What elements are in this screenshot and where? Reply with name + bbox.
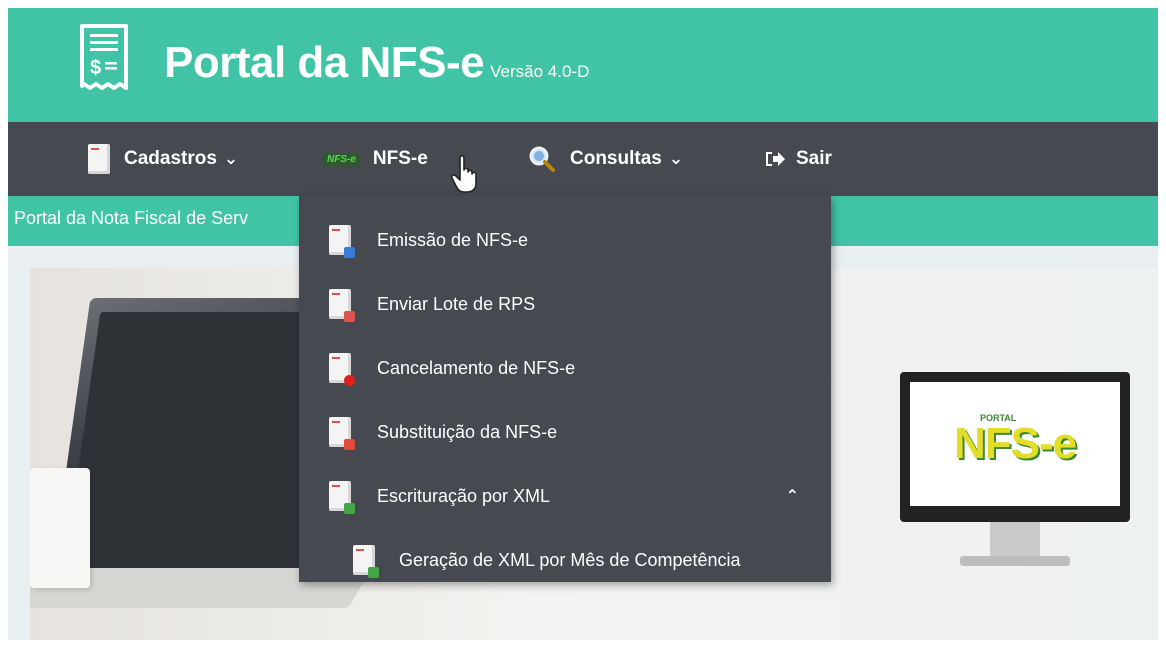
nav-item-cadastros[interactable]: Cadastros ⌄ — [88, 122, 238, 196]
document-icon — [88, 144, 110, 174]
menu-label: Emissão de NFS-e — [377, 229, 529, 250]
nav-label-nfse: NFS-e — [372, 148, 428, 169]
menu-item-substituicao[interactable]: Substituição da NFS-e — [299, 400, 831, 464]
svg-text:$: $ — [90, 57, 101, 79]
header-bar: $ Portal da NFS-e Versão 4.0-D — [8, 8, 1158, 122]
document-print-icon — [329, 225, 355, 258]
mug-image — [30, 468, 90, 588]
sign-out-icon — [766, 152, 785, 166]
chevron-down-icon: ⌄ — [668, 149, 684, 168]
monitor-foot — [960, 556, 1070, 566]
chevron-down-icon: ⌄ — [223, 149, 239, 168]
menu-label: Substituição da NFS-e — [377, 421, 558, 442]
logo-nfse-text: NFS-e — [953, 419, 1077, 468]
document-export-icon — [353, 545, 379, 578]
page-title: Portal da NFS-e Versão 4.0-D — [164, 38, 589, 88]
page-frame: $ Portal da NFS-e Versão 4.0-D Cadastros … — [8, 8, 1158, 640]
submenu-label: Geração de XML por Mês de Competência — [399, 549, 741, 570]
menu-label: Cancelamento de NFS-e — [377, 357, 576, 378]
menu-item-emissao[interactable]: Emissão de NFS-e — [299, 208, 831, 272]
monitor-stand — [990, 522, 1040, 556]
nav-item-nfse[interactable]: NFS-e NFS-e — [324, 122, 428, 196]
hand-cursor-icon — [451, 154, 477, 193]
chevron-up-icon: ⌃ — [785, 488, 799, 505]
main-nav: Cadastros ⌄ NFS-e NFS-e Consultas ⌄ Sair — [8, 122, 1158, 196]
nfse-badge-icon: NFS-e — [324, 152, 359, 166]
document-replace-icon — [329, 417, 355, 450]
menu-label: Escrituração por XML — [377, 485, 551, 506]
nav-label-sair: Sair — [796, 148, 832, 169]
menu-item-enviar-lote[interactable]: Enviar Lote de RPS — [299, 272, 831, 336]
menu-item-escrituracao-xml[interactable]: Escrituração por XML ⌃ — [299, 464, 831, 528]
nfse-dropdown-menu: Emissão de NFS-e Enviar Lote de RPS Canc… — [299, 196, 831, 582]
submenu-item-geracao-xml[interactable]: Geração de XML por Mês de Competência — [299, 528, 831, 592]
logo-portal-text: PORTAL — [979, 413, 1017, 423]
monitor-image: PORTAL NFS-e — [900, 372, 1130, 522]
document-xml-icon — [329, 481, 355, 514]
nav-item-sair[interactable]: Sair — [764, 122, 832, 196]
breadcrumb-text: Portal da Nota Fiscal de Serv — [14, 208, 249, 228]
nav-label-cadastros: Cadastros — [124, 148, 217, 169]
nav-item-consultas[interactable]: Consultas ⌄ — [528, 122, 683, 196]
magnifier-icon — [529, 146, 555, 172]
menu-label: Enviar Lote de RPS — [377, 293, 536, 314]
document-rps-icon — [329, 289, 355, 322]
receipt-dollar-icon: $ — [80, 24, 128, 90]
version-label: Versão 4.0-D — [490, 62, 590, 81]
app-title: Portal da NFS-e — [164, 38, 485, 87]
nfse-logo: PORTAL NFS-e — [953, 413, 1077, 469]
menu-item-cancelamento[interactable]: Cancelamento de NFS-e — [299, 336, 831, 400]
nav-label-consultas: Consultas — [570, 148, 662, 169]
document-cancel-icon — [329, 353, 355, 386]
